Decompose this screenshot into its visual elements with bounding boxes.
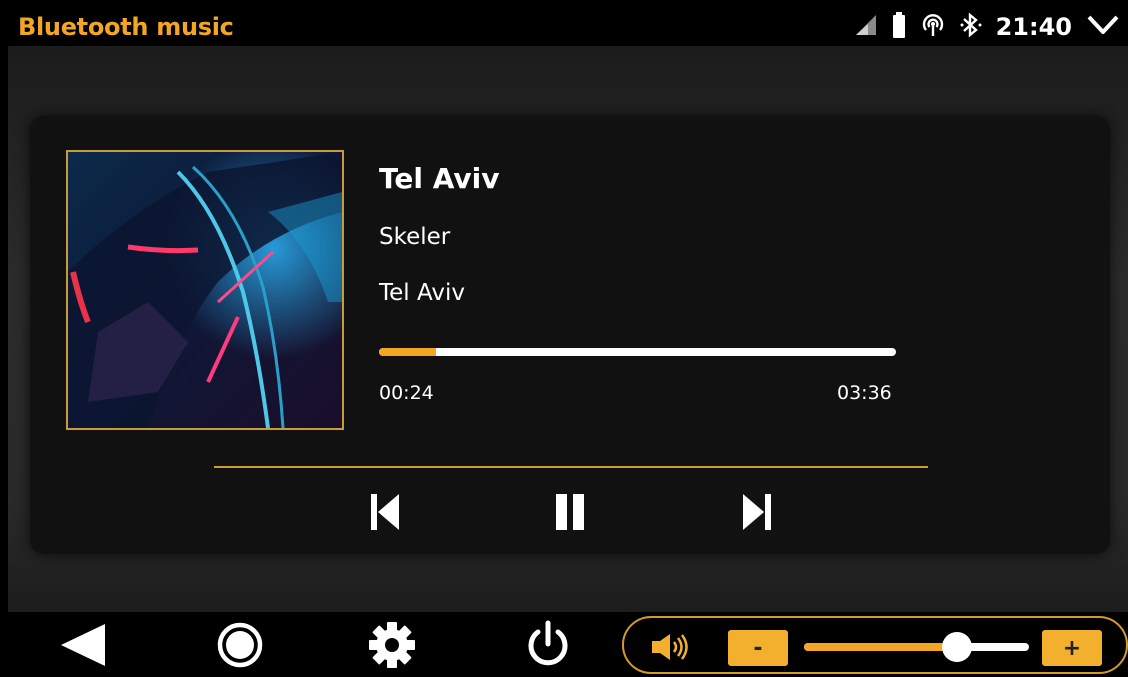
progress-bar[interactable]: [379, 348, 896, 356]
settings-icon: [369, 621, 415, 668]
status-icons: 21:40: [854, 8, 1120, 46]
pause-button[interactable]: [548, 490, 592, 534]
track-artist: Skeler: [379, 224, 451, 250]
speaker-icon[interactable]: [650, 632, 690, 667]
home-button[interactable]: [210, 612, 270, 677]
next-icon: [743, 494, 771, 530]
volume-panel: - +: [622, 616, 1128, 674]
back-button[interactable]: [52, 612, 112, 677]
volume-up-button[interactable]: +: [1042, 630, 1102, 666]
previous-icon: [371, 494, 399, 530]
divider: [214, 466, 928, 468]
power-icon: [528, 620, 568, 665]
signal-icon: [854, 14, 878, 41]
volume-thumb[interactable]: [942, 632, 972, 662]
hotspot-icon: [920, 12, 946, 43]
clock: 21:40: [995, 13, 1072, 41]
home-icon: [217, 622, 263, 667]
time-total: 03:36: [837, 382, 892, 404]
status-bar: Bluetooth music 21:40: [8, 8, 1128, 46]
track-album: Tel Aviv: [379, 280, 465, 306]
time-elapsed: 00:24: [379, 382, 434, 404]
previous-button[interactable]: [364, 490, 408, 534]
album-art: [66, 150, 344, 430]
battery-icon: [892, 11, 906, 43]
settings-button[interactable]: [362, 612, 422, 677]
volume-down-button[interactable]: -: [728, 630, 788, 666]
progress-fill: [379, 348, 436, 356]
back-icon: [61, 623, 105, 666]
power-button[interactable]: [518, 612, 578, 677]
track-title: Tel Aviv: [379, 162, 500, 195]
app-title: Bluetooth music: [18, 13, 234, 41]
bluetooth-icon: [960, 11, 982, 43]
next-button[interactable]: [734, 490, 778, 534]
volume-fill: [804, 643, 957, 651]
volume-slider[interactable]: [804, 632, 1029, 662]
pause-icon: [556, 494, 584, 530]
chevron-down-icon[interactable]: [1086, 14, 1120, 41]
